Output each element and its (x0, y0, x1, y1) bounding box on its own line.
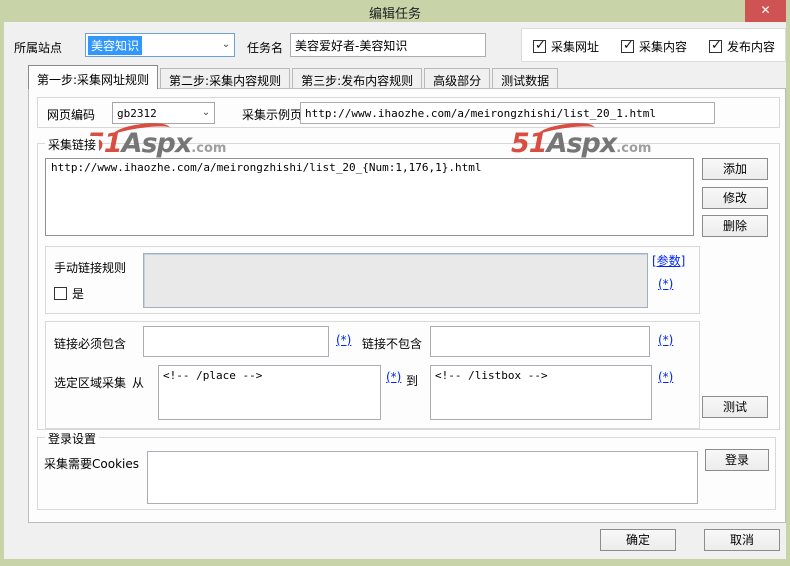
chevron-down-icon[interactable]: ⌄ (198, 108, 214, 118)
login-settings-group-title: 登录设置 (45, 430, 100, 447)
wildcard-link[interactable]: (*) (658, 277, 673, 291)
ok-button[interactable]: 确定 (600, 529, 676, 551)
chevron-down-icon[interactable]: ⌄ (218, 40, 234, 50)
link-filter-panel: 链接必须包含 (*) 链接不包含 (*) 选定区域采集 从 <!-- /plac… (45, 321, 700, 429)
tab-step1-url-rules[interactable]: 第一步:采集网址规则 (28, 65, 159, 89)
not-contain-input[interactable] (430, 326, 650, 357)
cancel-button[interactable]: 取消 (704, 529, 780, 551)
checkbox-icon[interactable] (533, 38, 546, 53)
site-select[interactable]: 美容知识 ⌄ (85, 33, 235, 57)
region-from-input[interactable]: <!-- /place --> (158, 365, 381, 420)
region-to-label: 到 (406, 374, 419, 388)
collect-links-listbox[interactable]: http://www.ihaozhe.com/a/meirongzhishi/l… (45, 158, 694, 236)
title-bar[interactable]: 编辑任务 ✕ (0, 0, 790, 22)
login-button[interactable]: 登录 (705, 449, 769, 471)
sample-page-input[interactable] (300, 102, 715, 124)
login-settings-group: 登录设置 采集需要Cookies 登录 (37, 430, 776, 510)
site-selected-value: 美容知识 (88, 35, 143, 55)
checkbox-collect-content[interactable]: 采集内容 (621, 38, 687, 55)
checkbox-icon[interactable] (709, 38, 722, 53)
dialog-title: 编辑任务 (368, 7, 421, 22)
add-button[interactable]: 添加 (702, 158, 768, 180)
checkbox-icon[interactable] (621, 38, 634, 53)
encoding-panel: 网页编码 gb2312 ⌄ 采集示例页 (37, 97, 780, 128)
close-icon[interactable]: ✕ (745, 0, 786, 22)
manual-rule-textarea (143, 253, 648, 308)
manual-rule-label: 手动链接规则 (54, 261, 127, 275)
encoding-select[interactable]: gb2312 ⌄ (112, 102, 215, 124)
encoding-label: 网页编码 (47, 108, 96, 122)
list-item[interactable]: http://www.ihaozhe.com/a/meirongzhishi/l… (46, 159, 693, 176)
region-collect-label: 选定区域采集 (54, 376, 127, 390)
wildcard-link[interactable]: (*) (386, 370, 401, 384)
region-to-input[interactable]: <!-- /listbox --> (430, 365, 652, 420)
collect-links-group: 采集链接 http://www.ihaozhe.com/a/meirongzhi… (37, 136, 780, 430)
checkbox-icon[interactable] (54, 287, 67, 300)
tab-step2-content-rules[interactable]: 第二步:采集内容规则 (160, 68, 291, 89)
options-panel: 采集网址 采集内容 发布内容 (521, 28, 786, 62)
wildcard-link[interactable]: (*) (336, 333, 351, 347)
test-button[interactable]: 测试 (702, 396, 768, 418)
tab-test-data[interactable]: 测试数据 (492, 68, 559, 89)
not-contain-label: 链接不包含 (362, 337, 423, 351)
dialog-body: 所属站点 美容知识 ⌄ 任务名 采集网址 采集内容 发布内容 第一步:采集网址规… (4, 22, 786, 559)
site-label: 所属站点 (14, 41, 63, 55)
must-contain-label: 链接必须包含 (54, 337, 127, 351)
manual-rule-enable-checkbox[interactable]: 是 (54, 285, 84, 302)
wildcard-link[interactable]: (*) (658, 370, 673, 384)
wildcard-link[interactable]: (*) (658, 333, 673, 347)
encoding-selected-value: gb2312 (117, 106, 157, 120)
tab-page-url-rules: 网页编码 gb2312 ⌄ 采集示例页 51Aspx.com 51Aspx.co… (28, 88, 786, 523)
cookies-label: 采集需要Cookies (44, 457, 139, 471)
modify-button[interactable]: 修改 (702, 187, 768, 209)
must-contain-input[interactable] (143, 326, 329, 357)
collect-links-group-title: 采集链接 (45, 136, 100, 153)
tab-step3-publish-rules[interactable]: 第三步:发布内容规则 (292, 68, 423, 89)
edit-task-dialog: 编辑任务 ✕ 所属站点 美容知识 ⌄ 任务名 采集网址 采集内容 发布内容 (0, 0, 790, 566)
checkbox-publish-content[interactable]: 发布内容 (709, 38, 775, 55)
cookies-textarea[interactable] (147, 451, 698, 504)
params-link[interactable]: [参数] (652, 252, 685, 269)
task-name-input[interactable] (290, 33, 486, 57)
region-from-label: 从 (132, 376, 145, 390)
checkbox-collect-urls[interactable]: 采集网址 (533, 38, 599, 55)
manual-rule-panel: 手动链接规则 是 [参数] (*) (45, 246, 700, 314)
sample-page-label: 采集示例页 (242, 108, 303, 122)
tab-strip: 第一步:采集网址规则 第二步:采集内容规则 第三步:发布内容规则 高级部分 测试… (28, 65, 560, 89)
task-name-label: 任务名 (247, 41, 284, 55)
delete-button[interactable]: 删除 (702, 215, 768, 237)
tab-advanced[interactable]: 高级部分 (424, 68, 491, 89)
